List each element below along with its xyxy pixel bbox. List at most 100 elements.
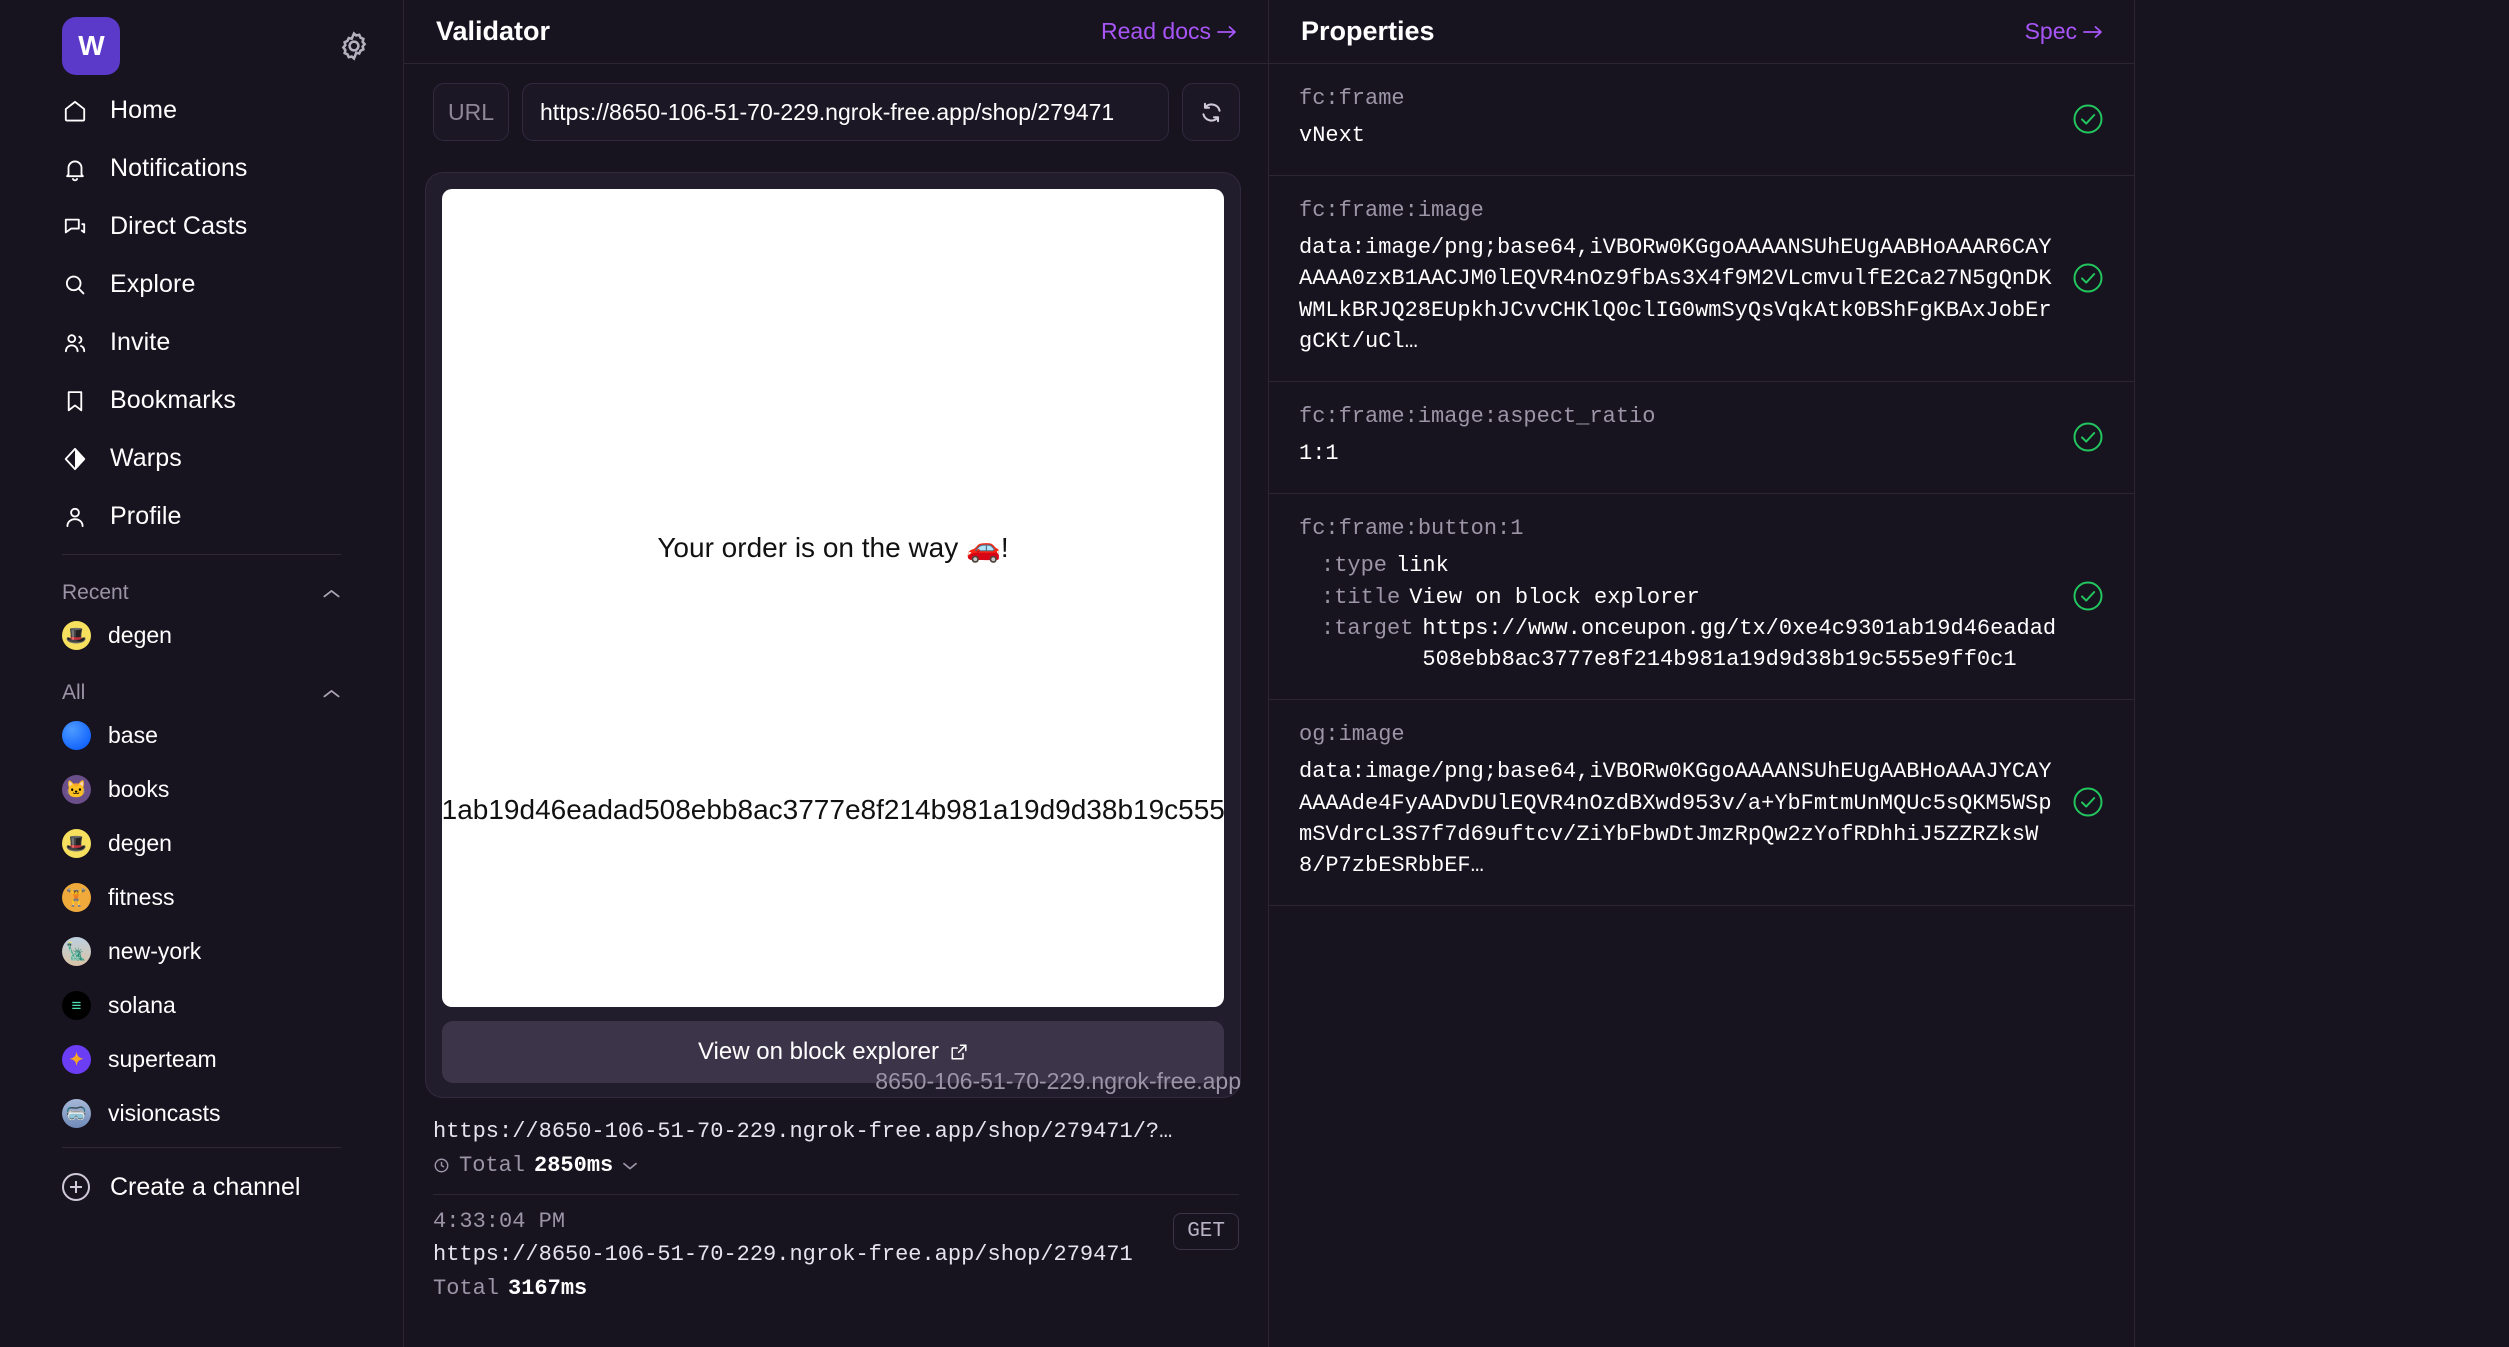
sidebar-section-all[interactable]: All xyxy=(0,671,403,715)
frame-host-label: 8650-106-51-70-229.ngrok-free.app xyxy=(875,1068,1241,1094)
sidebar-item-label: Profile xyxy=(110,502,182,530)
channel-name: base xyxy=(108,721,158,748)
log-time: 4:33:04 PM xyxy=(433,1209,566,1234)
subfield-value: https://www.onceupon.gg/tx/0xe4c9301ab19… xyxy=(1422,615,2057,673)
sidebar-item-label: Notifications xyxy=(110,154,248,182)
bookmark-icon xyxy=(62,388,88,414)
chevron-up-icon[interactable] xyxy=(322,587,341,599)
log-total-value: 3167ms xyxy=(508,1276,588,1301)
bell-icon xyxy=(62,156,88,182)
sidebar-item-label: Warps xyxy=(110,444,182,472)
person-icon xyxy=(62,504,88,530)
channel-name: superteam xyxy=(108,1045,217,1072)
avatar: 🏋 xyxy=(62,882,91,912)
property-key: fc:frame xyxy=(1299,86,1405,111)
sidebar-divider xyxy=(62,554,341,555)
search-icon xyxy=(62,272,88,298)
property-row: fc:frame:button:1 :type link :title View… xyxy=(1269,494,2134,701)
log-total-value: 2850ms xyxy=(534,1153,614,1178)
url-bar: URL xyxy=(404,64,1268,141)
property-row: og:image data:image/png;base64,iVBORw0KG… xyxy=(1269,700,2134,907)
sidebar-item-home[interactable]: Home xyxy=(0,90,403,131)
sidebar-item-bookmarks[interactable]: Bookmarks xyxy=(0,380,403,421)
property-key: og:image xyxy=(1299,722,1405,748)
sidebar-item-label: Invite xyxy=(110,328,171,356)
refresh-button[interactable] xyxy=(1182,83,1240,141)
gear-icon[interactable] xyxy=(337,29,371,63)
list-item[interactable]: 🎩 degen xyxy=(0,823,403,863)
frame-preview-card: Your order is on the way 🚗! e4c9301ab19d… xyxy=(425,172,1241,1098)
arrow-right-icon xyxy=(1217,25,1236,38)
sidebar-item-direct-casts[interactable]: Direct Casts xyxy=(0,206,403,247)
app-logo[interactable]: W xyxy=(62,17,120,75)
chat-bubbles-icon xyxy=(62,214,88,240)
avatar: 🎩 xyxy=(62,620,91,650)
log-url: https://8650-106-51-70-229.ngrok-free.ap… xyxy=(433,1242,1133,1267)
property-row: fc:frame vNext xyxy=(1269,64,2134,177)
list-item[interactable]: 🏋 fitness xyxy=(0,877,403,917)
external-link-icon xyxy=(951,1044,967,1060)
subfield-key: :target xyxy=(1321,615,1414,641)
property-subfield: :title View on block explorer xyxy=(1321,582,2062,613)
read-docs-label: Read docs xyxy=(1101,18,1211,44)
sidebar-item-label: Bookmarks xyxy=(110,386,236,414)
frame-hash-text: e4c9301ab19d46eadad508ebb8ac3777e8f214b9… xyxy=(442,794,1224,825)
home-icon xyxy=(62,98,88,124)
sidebar-divider-bottom xyxy=(62,1147,341,1148)
properties-list: Properties Spec fc:frame vNext fc:frame:… xyxy=(1269,0,2135,1347)
list-item[interactable]: 🥽 visioncasts xyxy=(0,1093,403,1133)
sidebar-item-notifications[interactable]: Notifications xyxy=(0,148,403,189)
log-total: Total 2850ms xyxy=(433,1153,1239,1178)
frame-action-label: View on block explorer xyxy=(697,1038,940,1065)
refresh-icon xyxy=(1201,102,1221,122)
property-row: fc:frame:image data:image/png;base64,iVB… xyxy=(1269,176,2134,383)
property-key: fc:frame:button:1 xyxy=(1299,516,1524,542)
sidebar-item-invite[interactable]: Invite xyxy=(0,322,403,363)
channel-name: degen xyxy=(108,621,172,648)
valid-check-icon xyxy=(2072,421,2104,453)
log-url: https://8650-106-51-70-229.ngrok-free.ap… xyxy=(433,1119,1173,1144)
create-channel-button[interactable]: Create a channel xyxy=(0,1165,403,1209)
sidebar-item-explore[interactable]: Explore xyxy=(0,264,403,305)
property-subfield: :target https://www.onceupon.gg/tx/0xe4c… xyxy=(1321,613,2062,675)
channel-name: fitness xyxy=(108,883,175,910)
property-subfield: :type link xyxy=(1321,550,2062,581)
read-docs-link[interactable]: Read docs xyxy=(1101,18,1238,45)
list-item[interactable]: base xyxy=(0,715,403,755)
avatar xyxy=(62,720,91,750)
section-title: Recent xyxy=(62,581,129,604)
sidebar-nav: Home Notifications Direct Casts Explore xyxy=(0,74,403,537)
subfield-value: link xyxy=(1396,553,1449,579)
list-item[interactable]: 🐱 books xyxy=(0,769,403,809)
log-total: Total 3167ms xyxy=(433,1276,1239,1301)
log-total-label: Total xyxy=(433,1276,500,1301)
url-input[interactable] xyxy=(522,83,1169,141)
list-item[interactable]: ≡ solana xyxy=(0,985,403,1025)
list-item[interactable]: 🗽 new-york xyxy=(0,931,403,971)
list-item[interactable]: 🎩 degen xyxy=(0,615,403,655)
chevron-up-icon[interactable] xyxy=(322,687,341,699)
sidebar: W Home Notifications Direct Casts Explor… xyxy=(0,0,403,1347)
avatar: ≡ xyxy=(62,990,91,1020)
property-value: 1:1 xyxy=(1299,441,1339,467)
clock-icon xyxy=(434,1158,449,1173)
sidebar-item-label: Explore xyxy=(110,270,196,298)
sidebar-item-warps[interactable]: Warps xyxy=(0,438,403,479)
url-label: URL xyxy=(433,83,510,141)
page-title: Validator xyxy=(436,16,551,46)
subfield-value: View on block explorer xyxy=(1409,584,1700,610)
log-entry[interactable]: 4:33:04 PM https://8650-106-51-70-229.ng… xyxy=(433,1194,1239,1317)
list-item[interactable]: ✦ superteam xyxy=(0,1039,403,1079)
chevron-down-icon xyxy=(623,1162,638,1169)
channel-name: books xyxy=(108,775,170,802)
sidebar-section-recent[interactable]: Recent xyxy=(0,571,403,615)
log-entry[interactable]: https://8650-106-51-70-229.ngrok-free.ap… xyxy=(433,1105,1239,1194)
sidebar-item-profile[interactable]: Profile xyxy=(0,496,403,537)
app-root: W Home Notifications Direct Casts Explor… xyxy=(0,0,2509,1347)
frame-order-text: Your order is on the way 🚗! xyxy=(657,532,1009,563)
sidebar-top: W xyxy=(0,0,403,75)
arrow-right-icon xyxy=(2083,25,2102,38)
channel-name: degen xyxy=(108,829,172,856)
avatar: 🐱 xyxy=(62,774,91,804)
spec-link[interactable]: Spec xyxy=(2025,18,2104,45)
